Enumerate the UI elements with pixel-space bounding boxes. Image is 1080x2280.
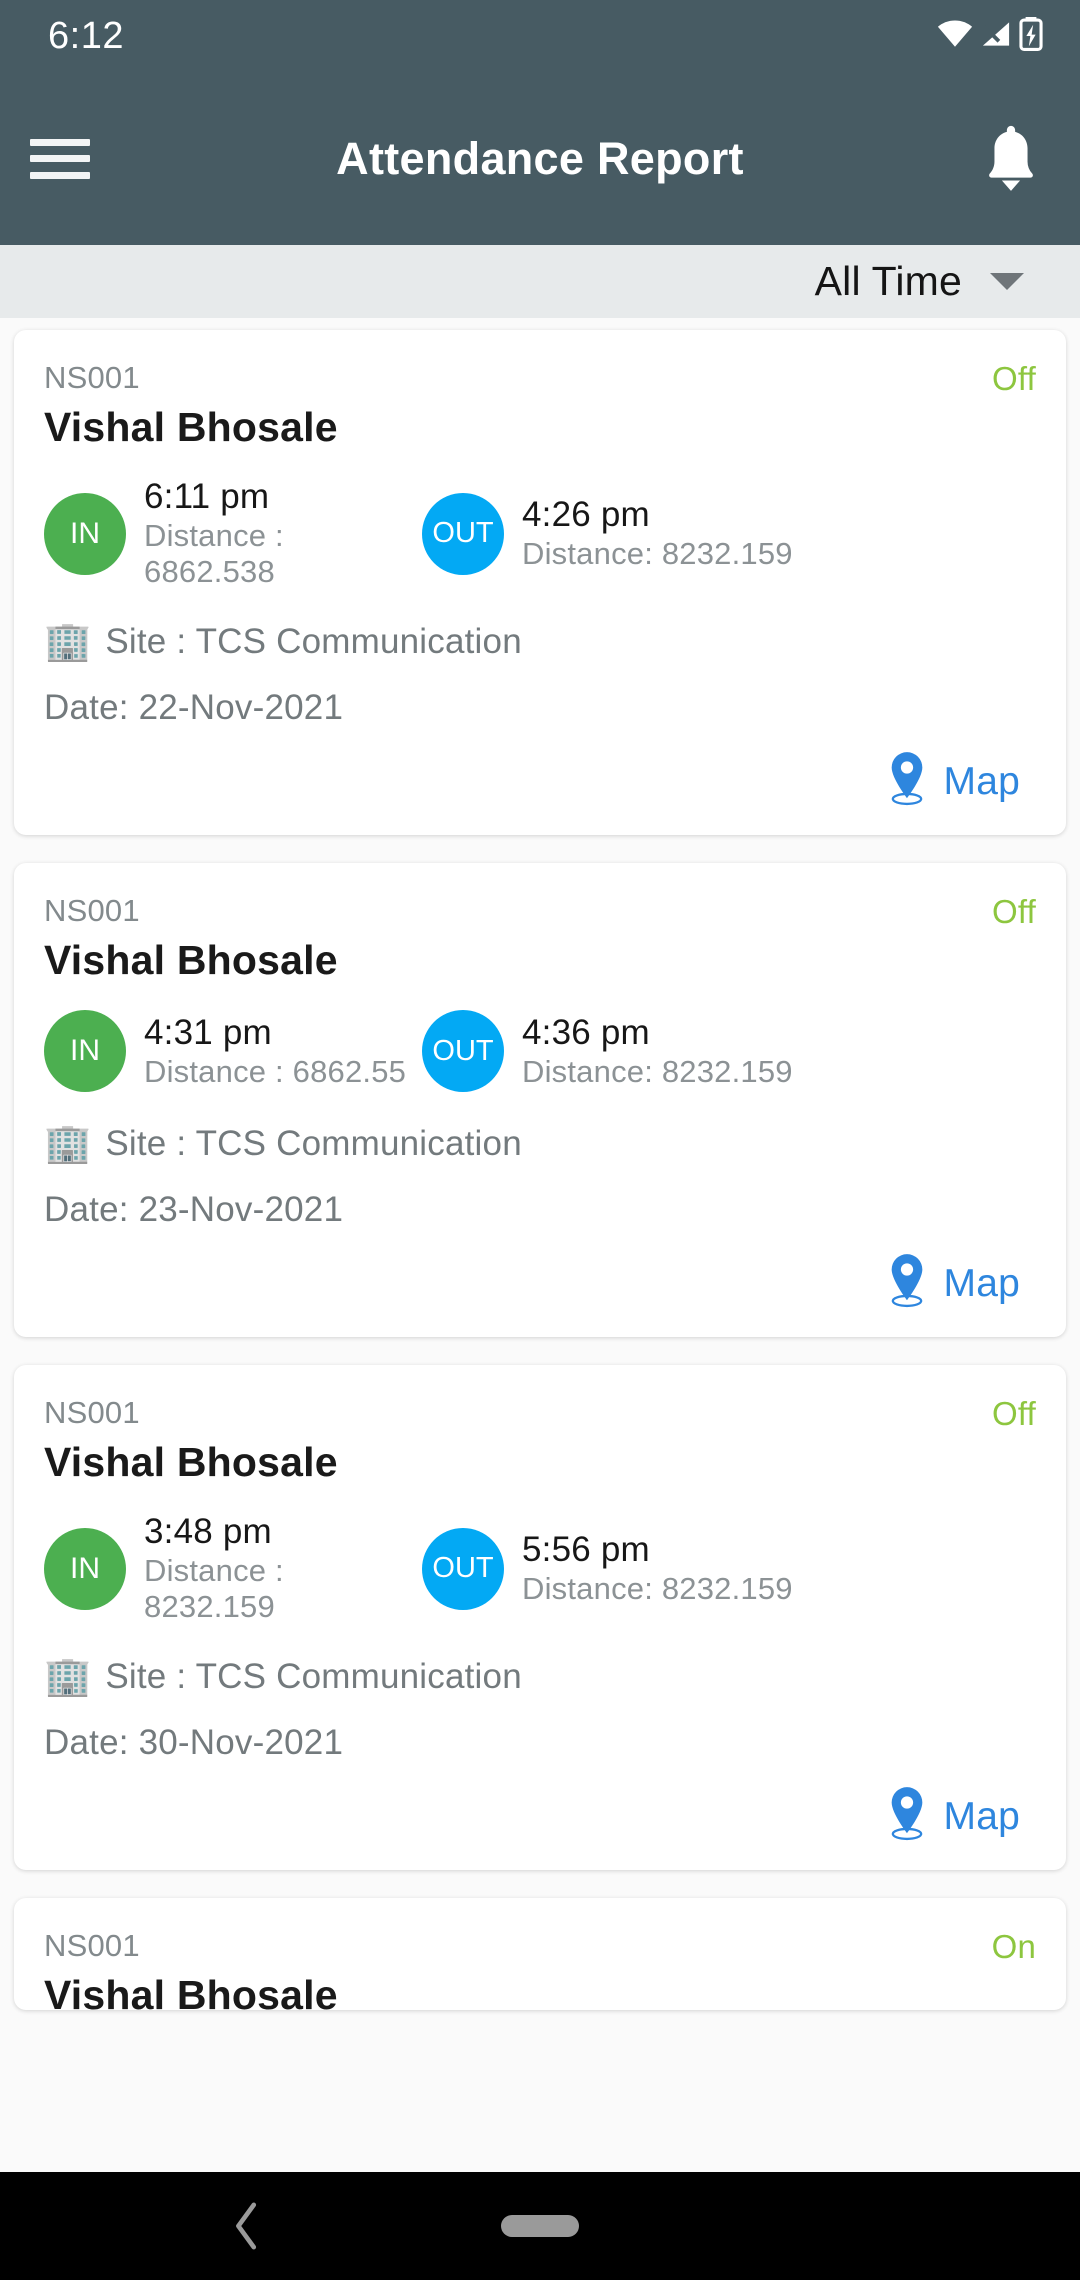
site-row: 🏢 Site : TCS Communication: [44, 1657, 1036, 1697]
punch-in-distance: Distance : 6862.55: [144, 1053, 407, 1089]
punch-in-text: 3:48 pm Distance : 8232.159: [144, 1512, 422, 1625]
back-chevron-icon[interactable]: [218, 2196, 278, 2256]
building-icon: 🏢: [44, 1656, 92, 1698]
punch-in-time: 4:31 pm: [144, 1012, 272, 1052]
home-pill-icon[interactable]: [501, 2215, 579, 2237]
punch-out-time: 4:36 pm: [522, 1012, 650, 1052]
status-bar-icons: [936, 16, 1044, 56]
card-header: NS001 Off: [44, 1395, 1036, 1433]
cellular-signal-off-icon: [980, 19, 1012, 54]
bell-icon[interactable]: [976, 119, 1046, 199]
status-badge: Off: [991, 360, 1036, 397]
status-badge: Off: [991, 893, 1036, 930]
map-pin-icon: [884, 750, 930, 813]
record-date: Date: 30-Nov-2021: [44, 1723, 344, 1762]
hamburger-menu-icon[interactable]: [30, 135, 90, 183]
in-badge: IN: [44, 1010, 126, 1092]
punch-in-distance: Distance : 8232.159: [144, 1553, 284, 1624]
punch-out-time: 5:56 pm: [522, 1530, 650, 1569]
card-header: NS001 On: [44, 1928, 1036, 1966]
wifi-icon: [936, 19, 974, 54]
hamburger-line: [30, 171, 90, 179]
employee-code: NS001: [44, 360, 140, 395]
chevron-down-icon[interactable]: [962, 273, 1052, 290]
battery-charging-icon: [1018, 16, 1044, 56]
punch-out-text: 4:36 pm Distance: 8232.159: [522, 1013, 793, 1090]
punch-out-distance: Distance: 8232.159: [522, 1571, 793, 1606]
attendance-list[interactable]: NS001 Off Vishal Bhosale IN 6:11 pm Dist…: [0, 318, 1080, 2208]
punch-row: IN 4:31 pm Distance : 6862.55 OUT 4:36 p…: [44, 1010, 1036, 1092]
punch-out-text: 5:56 pm Distance: 8232.159: [522, 1530, 793, 1607]
attendance-card[interactable]: NS001 Off Vishal Bhosale IN 3:48 pm Dist…: [14, 1365, 1066, 1870]
in-badge: IN: [44, 1527, 126, 1610]
attendance-card[interactable]: NS001 Off Vishal Bhosale IN 6:11 pm Dist…: [14, 330, 1066, 835]
app-bar: Attendance Report: [0, 72, 1080, 245]
punch-out-group: OUT 5:56 pm Distance: 8232.159: [422, 1512, 793, 1625]
out-badge: OUT: [422, 1010, 504, 1092]
punch-in-group: IN 4:31 pm Distance : 6862.55: [44, 1010, 422, 1092]
record-date: Date: 22-Nov-2021: [44, 688, 344, 727]
out-badge: OUT: [422, 1527, 504, 1610]
time-filter-bar[interactable]: All Time: [0, 245, 1080, 318]
map-link[interactable]: Map: [44, 1785, 1036, 1848]
hamburger-line: [30, 138, 90, 146]
site-name: Site : TCS Communication: [105, 1657, 522, 1696]
site-row: 🏢 Site : TCS Communication: [44, 1124, 1036, 1164]
punch-in-text: 4:31 pm Distance : 6862.55: [144, 1013, 406, 1090]
employee-name: Vishal Bhosale: [44, 937, 338, 983]
attendance-card[interactable]: NS001 On Vishal Bhosale: [14, 1898, 1066, 2010]
punch-out-distance: Distance: 8232.159: [522, 536, 793, 571]
hamburger-line: [30, 155, 90, 162]
employee-code: NS001: [44, 1928, 140, 1963]
map-label[interactable]: Map: [944, 1795, 1020, 1839]
punch-in-time: 6:11 pm: [144, 477, 270, 516]
punch-row: IN 6:11 pm Distance : 6862.538 OUT 4:26 …: [44, 477, 1036, 590]
punch-in-distance: Distance : 6862.538: [144, 518, 284, 589]
punch-in-group: IN 3:48 pm Distance : 8232.159: [44, 1512, 422, 1625]
punch-in-text: 6:11 pm Distance : 6862.538: [144, 477, 422, 590]
punch-out-group: OUT 4:26 pm Distance: 8232.159: [422, 477, 793, 590]
employee-name: Vishal Bhosale: [44, 1972, 338, 2010]
map-link[interactable]: Map: [44, 1252, 1036, 1315]
employee-code: NS001: [44, 1395, 140, 1430]
building-icon: 🏢: [44, 621, 92, 663]
map-pin-icon: [884, 1785, 930, 1848]
caret-shape: [990, 273, 1024, 290]
map-label[interactable]: Map: [944, 760, 1020, 804]
punch-row: IN 3:48 pm Distance : 8232.159 OUT 5:56 …: [44, 1512, 1036, 1625]
site-name: Site : TCS Communication: [105, 622, 522, 661]
punch-out-time: 4:26 pm: [522, 495, 650, 534]
time-filter-value[interactable]: All Time: [815, 258, 962, 305]
building-icon: 🏢: [44, 1123, 92, 1165]
status-badge: On: [991, 1928, 1036, 1965]
punch-out-group: OUT 4:36 pm Distance: 8232.159: [422, 1010, 793, 1092]
punch-out-text: 4:26 pm Distance: 8232.159: [522, 495, 793, 572]
map-pin-icon: [884, 1252, 930, 1315]
status-badge: Off: [991, 1395, 1036, 1432]
status-bar-clock: 6:12: [48, 14, 124, 57]
app-screen: 6:12 Attendance Report All Time NS001 Of…: [0, 0, 1080, 2280]
punch-out-distance: Distance: 8232.159: [522, 1053, 793, 1089]
employee-name: Vishal Bhosale: [44, 1439, 338, 1485]
map-link[interactable]: Map: [44, 750, 1036, 813]
site-name: Site : TCS Communication: [105, 1124, 522, 1163]
card-header: NS001 Off: [44, 360, 1036, 398]
in-badge: IN: [44, 492, 126, 575]
site-row: 🏢 Site : TCS Communication: [44, 622, 1036, 662]
attendance-card[interactable]: NS001 Off Vishal Bhosale IN 4:31 pm Dist…: [14, 863, 1066, 1337]
record-date: Date: 23-Nov-2021: [44, 1190, 344, 1229]
out-badge: OUT: [422, 492, 504, 575]
punch-in-group: IN 6:11 pm Distance : 6862.538: [44, 477, 422, 590]
card-header: NS001 Off: [44, 893, 1036, 931]
status-bar: 6:12: [0, 0, 1080, 72]
map-label[interactable]: Map: [944, 1262, 1020, 1306]
page-title: Attendance Report: [336, 132, 744, 184]
employee-name: Vishal Bhosale: [44, 404, 338, 450]
punch-in-time: 3:48 pm: [144, 1512, 272, 1551]
employee-code: NS001: [44, 893, 140, 928]
system-nav-bar: [0, 2172, 1080, 2280]
